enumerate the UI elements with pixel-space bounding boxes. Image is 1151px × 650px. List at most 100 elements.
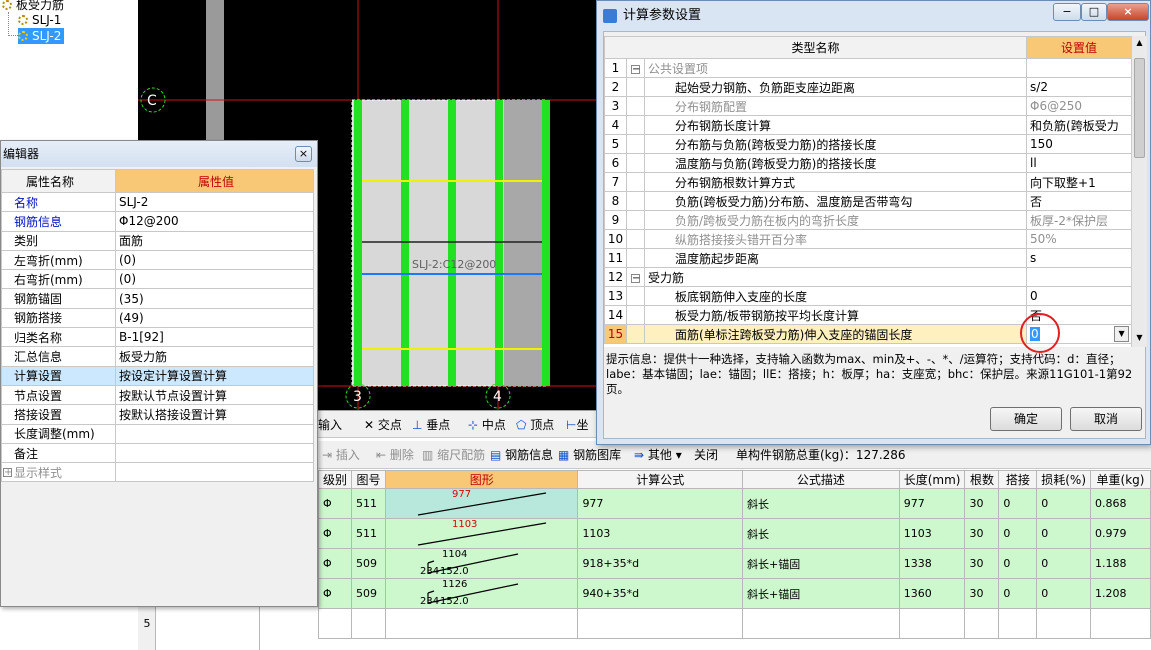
- scroll-up-icon[interactable]: ▲: [1134, 38, 1145, 48]
- other-menu[interactable]: ⇛ 其他 ▾: [634, 446, 682, 464]
- loss-cell[interactable]: 0: [1036, 518, 1092, 549]
- empty-cell[interactable]: [898, 608, 966, 639]
- close-icon[interactable]: ×: [295, 146, 312, 162]
- property-value[interactable]: B-1[92]: [115, 327, 314, 348]
- property-value[interactable]: (35): [115, 288, 314, 309]
- settings-row[interactable]: 4 分布钢筋长度计算 和负筋(跨板受力: [604, 115, 1131, 135]
- lap-cell[interactable]: 0: [998, 488, 1038, 519]
- property-row[interactable]: 归类名称 B-1[92]: [1, 327, 314, 348]
- col-lap[interactable]: 搭接: [998, 470, 1038, 489]
- empty-cell[interactable]: [351, 608, 386, 639]
- property-value[interactable]: [115, 423, 314, 444]
- property-value[interactable]: SLJ-2: [115, 191, 314, 213]
- formula-cell[interactable]: 1103: [577, 518, 743, 549]
- settings-row[interactable]: 8 负筋(跨板受力筋)分布筋、温度筋是否带弯勾否: [604, 191, 1131, 211]
- weight-cell[interactable]: 1.208: [1090, 578, 1151, 609]
- formula-cell[interactable]: 918+35*d: [577, 548, 743, 579]
- loss-cell[interactable]: 0: [1036, 578, 1092, 609]
- scale-rebar-button[interactable]: ▥ 缩尺配筋: [422, 446, 485, 464]
- empty-cell[interactable]: [964, 608, 1000, 639]
- setting-value[interactable]: ll: [1026, 153, 1131, 173]
- shape-cell[interactable]: 1103: [384, 518, 579, 549]
- count-cell[interactable]: 30: [964, 518, 1000, 549]
- insert-button[interactable]: ⇥ 插入: [322, 446, 360, 464]
- property-row[interactable]: 钢筋搭接 (49): [1, 307, 314, 329]
- tree-item-slj2[interactable]: SLJ-2: [18, 28, 65, 44]
- fig-cell[interactable]: 509: [351, 548, 386, 579]
- collapse-icon[interactable]: −: [631, 274, 640, 284]
- shape-cell[interactable]: 977: [384, 488, 579, 519]
- weight-cell[interactable]: 0.979: [1090, 518, 1151, 549]
- settings-row[interactable]: 3 分布钢筋配置 Φ6@250: [604, 96, 1131, 116]
- grade-cell[interactable]: Φ: [317, 548, 353, 579]
- midpoint-button[interactable]: ⊹ 中点: [468, 415, 506, 435]
- grade-cell[interactable]: Φ: [317, 488, 353, 519]
- cancel-button[interactable]: 取消: [1070, 407, 1142, 431]
- property-row[interactable]: 搭接设置 按默认搭接设置计算: [1, 404, 314, 425]
- setting-value[interactable]: 向下取整+1: [1026, 172, 1131, 192]
- empty-cell[interactable]: [1090, 608, 1151, 639]
- property-row[interactable]: 汇总信息 板受力筋: [1, 346, 314, 367]
- ok-button[interactable]: 确定: [990, 407, 1062, 431]
- property-row[interactable]: 钢筋信息 Φ12@200: [1, 211, 314, 232]
- property-value[interactable]: 板受力筋: [115, 346, 314, 367]
- col-length[interactable]: 长度(mm): [898, 470, 966, 489]
- property-value[interactable]: 按设定计算设置计算: [115, 365, 314, 386]
- perpendicular-button[interactable]: ⊥ 垂点: [412, 415, 450, 435]
- property-value[interactable]: (0): [115, 269, 314, 290]
- length-cell[interactable]: 1103: [898, 518, 966, 549]
- property-row[interactable]: + 显示样式: [1, 462, 314, 483]
- grade-cell[interactable]: Φ: [317, 578, 353, 609]
- intersection-button[interactable]: ✕ 交点: [364, 415, 402, 435]
- length-cell[interactable]: 1338: [898, 548, 966, 579]
- lap-cell[interactable]: 0: [998, 548, 1038, 579]
- rebar-info-button[interactable]: ▤ 钢筋信息: [490, 446, 553, 464]
- length-cell[interactable]: 1360: [898, 578, 966, 609]
- fig-cell[interactable]: 509: [351, 578, 386, 609]
- setting-value[interactable]: [1026, 267, 1131, 287]
- property-value[interactable]: 按默认搭接设置计算: [115, 404, 314, 425]
- property-row[interactable]: 名称 SLJ-2: [1, 191, 314, 213]
- group-toggle[interactable]: −: [626, 58, 645, 78]
- length-cell[interactable]: 977: [898, 488, 966, 519]
- table-row[interactable]: Φ 511 977 977 斜长 977 30 0 0 0.868: [317, 488, 1151, 519]
- col-desc[interactable]: 公式描述: [742, 470, 900, 489]
- rebar-library-button[interactable]: ▦ 钢筋图库: [558, 446, 621, 464]
- formula-cell[interactable]: 977: [577, 488, 743, 519]
- dropdown-arrow-icon[interactable]: ▼: [1114, 326, 1130, 342]
- setting-value[interactable]: 板厚-2*保护层: [1026, 210, 1131, 230]
- scrollbar-thumb[interactable]: [1134, 58, 1145, 158]
- property-value[interactable]: 面筋: [115, 230, 314, 251]
- property-value[interactable]: [115, 442, 314, 464]
- grade-cell[interactable]: Φ: [317, 518, 353, 549]
- settings-row[interactable]: 12− 受力筋: [604, 267, 1131, 287]
- settings-row[interactable]: 10 纵筋搭接接头错开百分率 50%: [604, 229, 1131, 249]
- setting-value[interactable]: s/2: [1026, 77, 1131, 97]
- expand-icon[interactable]: +: [3, 467, 12, 477]
- vertex-button[interactable]: ⬠ 顶点: [516, 415, 554, 435]
- lap-cell[interactable]: 0: [998, 578, 1038, 609]
- col-loss[interactable]: 损耗(%): [1036, 470, 1092, 489]
- property-row[interactable]: 备注: [1, 442, 314, 464]
- count-cell[interactable]: 30: [964, 578, 1000, 609]
- property-value[interactable]: Φ12@200: [115, 211, 314, 232]
- setting-value[interactable]: Φ6@250: [1026, 96, 1131, 116]
- desc-cell[interactable]: 斜长: [742, 518, 900, 549]
- settings-row[interactable]: 5 分布筋与负筋(跨板受力筋)的搭接长度 150: [604, 134, 1131, 154]
- setting-value[interactable]: 否: [1026, 191, 1131, 211]
- col-fig[interactable]: 图号: [351, 470, 386, 489]
- table-row[interactable]: Φ 509 1126 234 152.0 940+35*d 斜长+锚固 1360 30 0 0 1.2…: [317, 578, 1151, 609]
- close-button[interactable]: 关闭: [694, 446, 718, 464]
- input-button[interactable]: 输入: [318, 415, 342, 435]
- tree-item-slj1[interactable]: SLJ-1: [18, 12, 61, 28]
- coordinate-button[interactable]: ⊢坐: [566, 415, 588, 435]
- empty-cell[interactable]: [577, 608, 743, 639]
- setting-value[interactable]: 50%: [1026, 229, 1131, 249]
- minimize-button[interactable]: −: [1053, 3, 1081, 21]
- lap-cell[interactable]: 0: [998, 518, 1038, 549]
- settings-row[interactable]: 13 板底钢筋伸入支座的长度 0: [604, 286, 1131, 306]
- settings-row[interactable]: 7 分布钢筋根数计算方式 向下取整+1: [604, 172, 1131, 192]
- setting-value[interactable]: 0: [1026, 286, 1131, 306]
- settings-row[interactable]: 6 温度筋与负筋(跨板受力筋)的搭接长度 ll: [604, 153, 1131, 173]
- table-row[interactable]: Φ 511 1103 1103 斜长 1103 30 0 0 0.979: [317, 518, 1151, 549]
